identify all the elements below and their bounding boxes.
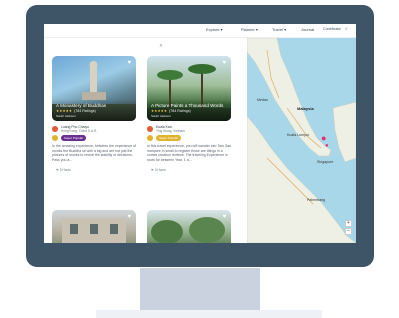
search-icon[interactable]: ⌕	[345, 26, 348, 32]
card-excerpt: In this travel experience, you will wand…	[147, 144, 232, 162]
building-illustration	[62, 218, 126, 243]
card-excerpt: In the amazing experience, between the e…	[52, 144, 137, 162]
tag-icon	[147, 135, 153, 141]
map-label-palembang: Palembang	[307, 198, 326, 202]
rating-stars: ★★★★★	[56, 109, 73, 113]
map-pin-icon	[52, 126, 58, 132]
rating-count: (784 Ratings)	[169, 109, 191, 113]
nav-travel[interactable]: Travel ▾	[272, 27, 286, 32]
card-tag-row: Super Popular	[52, 135, 87, 141]
card-title[interactable]: A Monastery of Buddhas	[56, 103, 106, 108]
card-author: Sarah Jackson	[56, 114, 76, 118]
card-image[interactable]: ♥ A Monastery of Buddhas ★★★★★ (784 Ratin…	[52, 56, 136, 121]
card-location: Kuala Kwu Ying Wong, Vietnam	[147, 125, 185, 133]
heart-icon[interactable]: ♥	[127, 214, 131, 220]
heart-icon[interactable]: ♥	[127, 60, 131, 66]
card-title[interactable]: A Picture Paints a Thousand Words	[151, 103, 223, 108]
map-panel[interactable]: Malaysia Kuala Lumpur Singapore Palemban…	[247, 38, 356, 243]
monitor-neck	[140, 268, 260, 310]
zoom-out-icon[interactable]: −	[345, 228, 352, 235]
card-image[interactable]: ♥ A Picture Paints a Thousand Words ★★★★…	[147, 56, 231, 121]
top-nav: Explore ▾ Planner ▾ Travel ▾ Journal Con…	[44, 24, 356, 38]
map-label-singapore: Singapore	[317, 160, 334, 164]
heart-icon[interactable]: ♥	[222, 214, 226, 220]
card-image[interactable]: ♥	[52, 210, 136, 243]
rating-stars: ★★★★★	[151, 109, 168, 113]
card-rating: ★★★★★ (784 Ratings)	[56, 109, 96, 113]
search-icon[interactable]: ⌕	[158, 43, 164, 49]
tag-icon	[52, 135, 58, 141]
popularity-badge: Super Popular	[156, 135, 182, 141]
nav-journal[interactable]: Journal	[301, 27, 314, 32]
card-author: Sarah Jackson	[151, 114, 171, 118]
zoom-in-icon[interactable]: +	[345, 220, 352, 227]
location-region: Ying Wong, Vietnam	[156, 129, 185, 133]
map-label-malaysia: Malaysia	[297, 106, 314, 111]
screen: Explore ▾ Planner ▾ Travel ▾ Journal Con…	[44, 24, 356, 243]
results-panel: ⌕ ♥ A Monastery of Buddhas ★★★★★ (784 Rat…	[44, 38, 247, 243]
card-image[interactable]: ♥	[147, 210, 231, 243]
card-location: Luang Pho Chaiyo Hong Kong, China S.A.R.	[52, 125, 97, 133]
card-duration: ⚑ 3 Hours	[151, 168, 166, 172]
map-pin-icon[interactable]: ●	[325, 142, 329, 151]
trees-illustration	[151, 217, 225, 243]
rating-count: (784 Ratings)	[74, 109, 96, 113]
map-land	[247, 38, 356, 243]
card-rating: ★★★★★ (784 Ratings)	[151, 109, 191, 113]
popularity-badge: Super Popular	[61, 135, 87, 141]
map-label-medan: Medan	[257, 98, 268, 102]
location-region: Hong Kong, China S.A.R.	[61, 129, 98, 133]
map-label-kuala-lumpur: Kuala Lumpur	[287, 133, 310, 137]
card-duration: ⚑ 5 Hours	[56, 168, 71, 172]
nav-explore[interactable]: Explore ▾	[206, 27, 223, 32]
monitor-base	[96, 310, 322, 318]
nav-contributor[interactable]: Contributor	[323, 27, 341, 31]
nav-planner[interactable]: Planner ▾	[241, 27, 258, 32]
heart-icon[interactable]: ♥	[222, 60, 226, 66]
map-pin-icon	[147, 126, 153, 132]
card-tag-row: Super Popular	[147, 135, 182, 141]
